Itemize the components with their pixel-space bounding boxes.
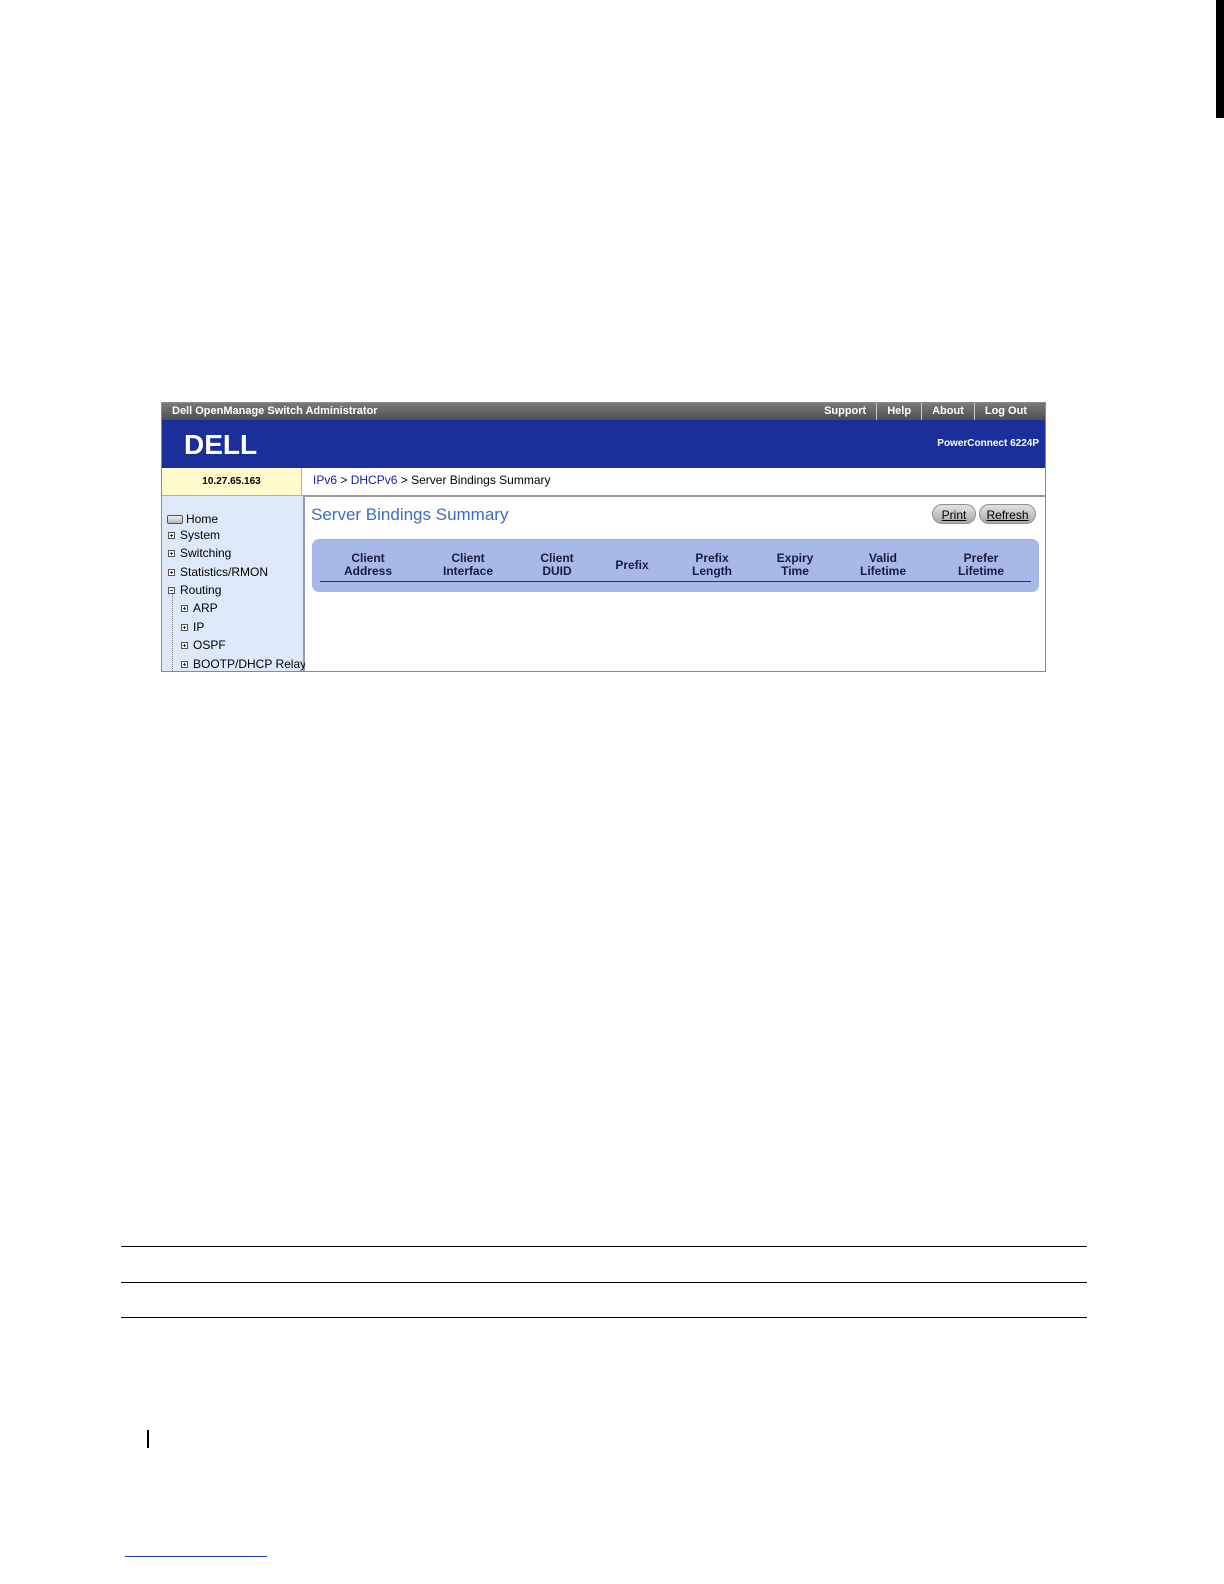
dell-logo-text: DELL: [184, 430, 257, 458]
sidebar-item-label: ARP: [193, 601, 218, 615]
collapse-icon[interactable]: [168, 586, 175, 594]
expand-icon[interactable]: [181, 641, 188, 649]
column-header-valid-lifetime[interactable]: Valid Lifetime: [860, 550, 906, 580]
sidebar-item-label: System: [180, 528, 221, 542]
breadcrumb-separator: >: [400, 473, 408, 487]
column-header-line: Lifetime: [859, 564, 907, 578]
column-header-line: Prefix: [615, 557, 649, 572]
sidebar-item-routing[interactable]: Routing: [168, 583, 221, 597]
page-title: Server Bindings Summary: [311, 505, 509, 524]
column-header-line: Prefix: [695, 551, 729, 565]
logout-link[interactable]: Log Out: [973, 403, 1037, 420]
expand-icon[interactable]: [181, 623, 188, 631]
dell-logo: DELL: [184, 430, 257, 458]
column-header-line: Time: [781, 564, 809, 578]
refresh-button[interactable]: Refresh: [979, 504, 1036, 524]
sidebar-item-ip[interactable]: IP: [181, 620, 204, 634]
sidebar-item-label: Home: [186, 512, 219, 526]
sidebar-item-home[interactable]: Home: [167, 512, 218, 526]
screenshot-window: Dell OpenManage Switch Administrator Sup…: [161, 402, 1046, 672]
column-header-client-duid[interactable]: Client DUID: [540, 550, 573, 580]
sidebar-item-arp[interactable]: ARP: [181, 601, 218, 615]
table-header-row: Client Address Client Interface Client DUID…: [320, 550, 1031, 582]
column-header-line: Client: [540, 551, 574, 565]
sidebar-item-label: OSPF: [193, 638, 226, 652]
page-rule: [121, 1246, 1087, 1247]
column-header-prefix[interactable]: Prefix: [615, 550, 648, 580]
print-button[interactable]: Print: [932, 504, 976, 524]
column-header-line: Interface: [442, 564, 494, 578]
column-header-line: Valid: [868, 551, 898, 565]
about-link[interactable]: About: [921, 403, 974, 420]
column-header-line: Address: [343, 564, 393, 578]
expand-icon[interactable]: [168, 531, 175, 539]
column-header-line: Length: [692, 564, 732, 578]
expand-icon[interactable]: [168, 568, 175, 576]
breadcrumb-ipv6[interactable]: IPv6: [313, 473, 337, 487]
column-header-client-address[interactable]: Client Address: [344, 550, 392, 580]
column-header-prefix-length[interactable]: Prefix Length: [692, 550, 732, 580]
column-header-client-interface[interactable]: Client Interface: [443, 550, 493, 580]
home-icon: [167, 514, 183, 524]
help-link[interactable]: Help: [876, 403, 921, 420]
tree-guide-line: [172, 593, 173, 671]
margin-mark: [147, 1430, 149, 1448]
sidebar-item-ospf[interactable]: OSPF: [181, 638, 226, 652]
sidebar-tree: Home System Switching Statistics/RMON Ro…: [162, 496, 317, 671]
column-header-line: Client: [351, 551, 385, 565]
column-header-line: Lifetime: [957, 564, 1005, 578]
footer-underline: [125, 1556, 267, 1557]
sidebar-item-label: Switching: [180, 546, 232, 560]
bindings-table: Client Address Client Interface Client DUID…: [312, 539, 1039, 592]
breadcrumb: IPv6 > DHCPv6 > Server Bindings Summary: [302, 468, 1045, 497]
top-bar: Dell OpenManage Switch Administrator Sup…: [162, 403, 1045, 420]
expand-icon[interactable]: [168, 549, 175, 557]
expand-icon[interactable]: [181, 660, 188, 668]
top-links: Support Help About Log Out: [814, 403, 1037, 420]
main-content: Server Bindings Summary Print Refresh Cl…: [305, 497, 1045, 671]
brand-banner: DELL PowerConnect 6224P: [162, 420, 1045, 468]
column-header-prefer-lifetime[interactable]: Prefer Lifetime: [958, 550, 1004, 580]
sidebar-item-label: IP: [193, 620, 205, 634]
device-model: PowerConnect 6224P: [937, 438, 1039, 449]
breadcrumb-dhcpv6[interactable]: DHCPv6: [351, 473, 398, 487]
column-header-line: Prefer: [963, 551, 999, 565]
breadcrumb-separator: >: [340, 473, 348, 487]
sidebar-item-switching[interactable]: Switching: [168, 546, 231, 560]
support-link[interactable]: Support: [814, 403, 876, 420]
column-header-line: DUID: [542, 564, 572, 578]
sidebar-item-bootp-dhcp-relay[interactable]: BOOTP/DHCP Relay A: [181, 657, 317, 671]
sidebar-item-label: Routing: [180, 583, 222, 597]
app-title: Dell OpenManage Switch Administrator: [172, 405, 378, 417]
column-header-line: Client: [451, 551, 485, 565]
sidebar-item-statistics-rmon[interactable]: Statistics/RMON: [168, 565, 268, 579]
column-header-expiry-time[interactable]: Expiry Time: [777, 550, 814, 580]
device-ip: 10.27.65.163: [162, 468, 302, 496]
page-rule: [121, 1317, 1087, 1318]
sidebar-item-label: Statistics/RMON: [180, 565, 269, 579]
sidebar-item-system[interactable]: System: [168, 528, 220, 542]
page-rule: [121, 1282, 1087, 1283]
sidebar-item-label: BOOTP/DHCP Relay A: [193, 657, 317, 671]
expand-icon[interactable]: [181, 604, 188, 612]
breadcrumb-current: Server Bindings Summary: [411, 473, 551, 487]
column-header-line: Expiry: [776, 551, 814, 565]
page-edge-bar: [1216, 0, 1224, 118]
